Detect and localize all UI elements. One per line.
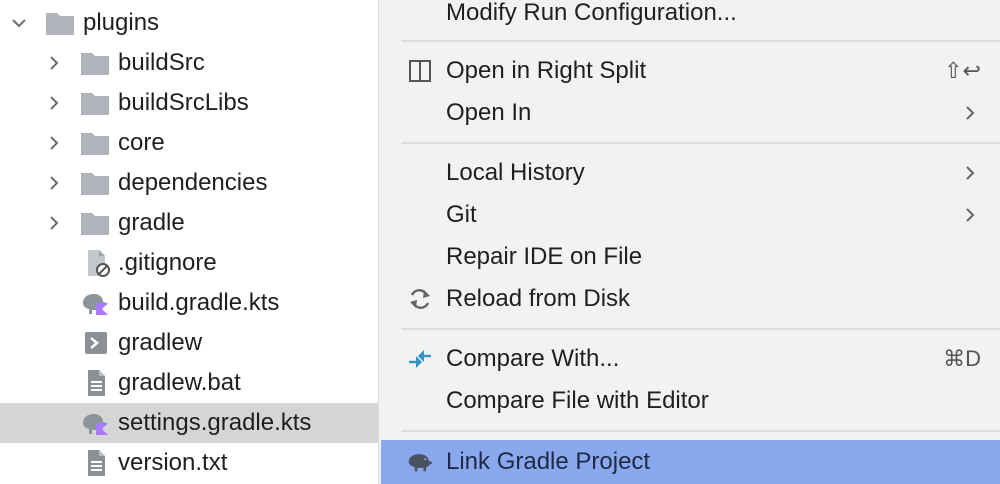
reload-icon bbox=[410, 289, 430, 309]
folder-icon bbox=[81, 53, 109, 75]
text-file-icon bbox=[88, 370, 105, 396]
menu-item-open-in-right-split[interactable]: Open in Right Split ⇧↩ bbox=[381, 50, 1000, 92]
menu-item-compare-file-with-editor[interactable]: Compare File with Editor bbox=[381, 380, 1000, 422]
menu-item-label: Compare With... bbox=[446, 345, 620, 372]
tree-item-label: gradle bbox=[118, 209, 185, 236]
menu-item-label: Modify Run Configuration... bbox=[446, 0, 737, 26]
folder-icon bbox=[81, 213, 109, 235]
menu-item-label: Repair IDE on File bbox=[446, 243, 643, 270]
menu-item-open-in[interactable]: Open In bbox=[381, 92, 1000, 134]
chevron-right-icon bbox=[966, 166, 975, 180]
chevron-down-icon[interactable] bbox=[10, 14, 28, 32]
chevron-right-icon[interactable] bbox=[45, 54, 63, 72]
context-menu: Modify Run Configuration... Open in Righ… bbox=[378, 0, 1000, 484]
menu-separator bbox=[401, 328, 1000, 330]
shortcut-hint: ⌘D bbox=[943, 346, 981, 371]
shortcut-hint: ⇧↩ bbox=[944, 58, 981, 83]
tree-row-plugins[interactable]: plugins bbox=[0, 3, 378, 43]
tree-row-buildsrclibs[interactable]: buildSrcLibs bbox=[0, 83, 378, 123]
menu-item-local-history[interactable]: Local History bbox=[381, 152, 1000, 194]
tree-item-label: dependencies bbox=[118, 169, 268, 196]
tree-item-label: build.gradle.kts bbox=[118, 289, 280, 316]
tree-item-label: plugins bbox=[83, 9, 160, 36]
menu-separator bbox=[401, 142, 1000, 144]
menu-item-modify-run-configuration[interactable]: Modify Run Configuration... bbox=[381, 0, 1000, 34]
gradle-kotlin-file-icon bbox=[83, 414, 108, 435]
tree-row-build-gradle-kts[interactable]: build.gradle.kts bbox=[0, 283, 378, 323]
menu-item-reload-from-disk[interactable]: Reload from Disk bbox=[381, 278, 1000, 320]
tree-item-label: buildSrc bbox=[118, 49, 205, 76]
tree-row-gradlew-bat[interactable]: gradlew.bat bbox=[0, 363, 378, 403]
folder-icon bbox=[81, 93, 109, 115]
chevron-right-icon[interactable] bbox=[45, 134, 63, 152]
gradle-elephant-icon bbox=[408, 454, 433, 472]
menu-item-label: Link Gradle Project bbox=[446, 448, 651, 475]
menu-item-label: Open In bbox=[446, 99, 532, 126]
chevron-right-icon bbox=[966, 208, 975, 222]
menu-item-link-gradle-project[interactable]: Link Gradle Project bbox=[381, 440, 1000, 484]
project-tree: plugins buildSrc buildSrcLibs core depen… bbox=[0, 0, 378, 484]
tree-item-label: gradlew bbox=[118, 329, 203, 356]
tree-item-label: version.txt bbox=[118, 449, 228, 476]
tree-item-label: core bbox=[118, 129, 165, 156]
menu-item-compare-with[interactable]: Compare With... ⌘D bbox=[381, 338, 1000, 380]
menu-item-label: Compare File with Editor bbox=[446, 387, 709, 414]
chevron-right-icon bbox=[966, 106, 975, 120]
menu-separator bbox=[401, 430, 1000, 432]
chevron-right-icon[interactable] bbox=[45, 214, 63, 232]
chevron-right-icon[interactable] bbox=[45, 94, 63, 112]
menu-item-label: Open in Right Split bbox=[446, 57, 647, 84]
tree-row-gradlew[interactable]: gradlew bbox=[0, 323, 378, 363]
tree-item-label: settings.gradle.kts bbox=[118, 409, 312, 436]
gradle-kotlin-file-icon bbox=[83, 294, 108, 315]
shell-script-icon bbox=[85, 332, 107, 354]
tree-row-buildsrc[interactable]: buildSrc bbox=[0, 43, 378, 83]
menu-item-label: Local History bbox=[446, 159, 585, 186]
folder-icon bbox=[46, 13, 74, 35]
tree-row-gradle[interactable]: gradle bbox=[0, 203, 378, 243]
tree-item-label: .gitignore bbox=[118, 249, 217, 276]
tree-row-gitignore[interactable]: .gitignore bbox=[0, 243, 378, 283]
folder-icon bbox=[81, 133, 109, 155]
tree-item-label: gradlew.bat bbox=[118, 369, 241, 396]
menu-item-label: Reload from Disk bbox=[446, 285, 631, 312]
split-view-icon bbox=[409, 60, 431, 82]
tree-row-settings-gradle-kts[interactable]: settings.gradle.kts bbox=[0, 403, 378, 443]
tree-item-label: buildSrcLibs bbox=[118, 89, 249, 116]
menu-separator bbox=[401, 40, 1000, 42]
folder-icon bbox=[81, 173, 109, 195]
menu-item-repair-ide-on-file[interactable]: Repair IDE on File bbox=[381, 236, 1000, 278]
menu-item-git[interactable]: Git bbox=[381, 194, 1000, 236]
text-file-icon bbox=[88, 450, 105, 476]
tree-row-dependencies[interactable]: dependencies bbox=[0, 163, 378, 203]
chevron-right-icon[interactable] bbox=[45, 174, 63, 192]
tree-row-version-txt[interactable]: version.txt bbox=[0, 443, 378, 483]
menu-item-label: Git bbox=[446, 201, 477, 228]
tree-row-core[interactable]: core bbox=[0, 123, 378, 163]
gitignore-file-icon bbox=[88, 250, 110, 277]
compare-arrows-icon bbox=[409, 350, 431, 368]
